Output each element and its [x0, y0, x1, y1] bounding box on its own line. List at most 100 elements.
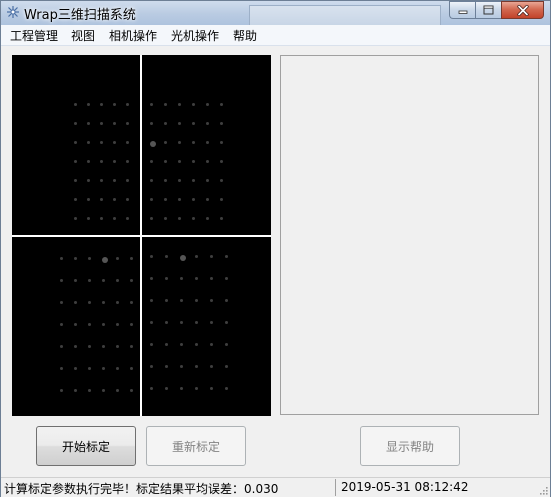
- calibration-dot: [210, 343, 213, 346]
- calibration-dot: [180, 365, 183, 368]
- start-calibration-button[interactable]: 开始标定: [36, 426, 136, 466]
- main-window: Wrap三维扫描系统 工程管理 视图 相机操作 光机操作 帮助 开始标定 重新标…: [0, 0, 551, 497]
- window-title: Wrap三维扫描系统: [24, 8, 136, 23]
- calibration-dot: [220, 141, 223, 144]
- calibration-dot: [102, 345, 105, 348]
- calibration-dot: [74, 389, 77, 392]
- calibration-dot: [165, 277, 168, 280]
- calibration-dot: [100, 217, 103, 220]
- calibration-dot: [87, 217, 90, 220]
- calibration-dot: [164, 179, 167, 182]
- calibration-dot: [60, 257, 63, 260]
- calibration-dot: [206, 217, 209, 220]
- calibration-dot: [88, 279, 91, 282]
- recalibrate-button[interactable]: 重新标定: [146, 426, 246, 466]
- calibration-dot: [192, 141, 195, 144]
- calibration-dot: [210, 365, 213, 368]
- menu-camera-operation[interactable]: 相机操作: [109, 27, 157, 44]
- calibration-dot: [102, 323, 105, 326]
- calibration-dot: [130, 323, 133, 326]
- calibration-dot: [192, 103, 195, 106]
- calibration-dot: [225, 321, 228, 324]
- calibration-dot: [116, 389, 119, 392]
- calibration-dot: [210, 387, 213, 390]
- calibration-dot: [180, 299, 183, 302]
- calibration-dot: [74, 179, 77, 182]
- calibration-dot: [102, 301, 105, 304]
- calibration-dot: [220, 217, 223, 220]
- status-datetime: 2019-05-31 08:12:42: [341, 480, 469, 494]
- calibration-dot: [74, 367, 77, 370]
- calibration-dot: [180, 277, 183, 280]
- camera-quadrant-bottom-right: [142, 237, 270, 416]
- calibration-dot: [165, 321, 168, 324]
- status-bar: 计算标定参数执行完毕！标定结果平均误差：0.030 2019-05-31 08:…: [1, 477, 550, 497]
- calibration-dot: [126, 198, 129, 201]
- calibration-dot: [100, 179, 103, 182]
- calibration-dot: [220, 103, 223, 106]
- calibration-dot: [102, 279, 105, 282]
- calibration-dot: [100, 103, 103, 106]
- calibration-dot: [102, 257, 108, 263]
- calibration-dot: [178, 198, 181, 201]
- calibration-dot: [113, 103, 116, 106]
- calibration-dot: [87, 160, 90, 163]
- calibration-dot: [165, 387, 168, 390]
- calibration-dot: [74, 217, 77, 220]
- calibration-dot: [220, 160, 223, 163]
- display-panel: [280, 55, 539, 415]
- calibration-dot: [74, 301, 77, 304]
- calibration-dot: [126, 122, 129, 125]
- maximize-icon: [483, 5, 494, 15]
- calibration-dot: [150, 365, 153, 368]
- close-button[interactable]: [501, 1, 544, 19]
- calibration-dot: [87, 179, 90, 182]
- calibration-dot: [60, 345, 63, 348]
- calibration-dot: [88, 257, 91, 260]
- menu-view[interactable]: 视图: [71, 27, 95, 44]
- calibration-dot: [150, 141, 156, 147]
- calibration-dot: [206, 122, 209, 125]
- resize-grip-icon[interactable]: [538, 485, 548, 495]
- calibration-dot: [195, 365, 198, 368]
- calibration-dot: [178, 103, 181, 106]
- calibration-dot: [74, 279, 77, 282]
- calibration-dot: [206, 198, 209, 201]
- calibration-dot: [87, 141, 90, 144]
- menu-projector-operation[interactable]: 光机操作: [171, 27, 219, 44]
- calibration-dot: [225, 277, 228, 280]
- title-bar[interactable]: Wrap三维扫描系统: [1, 1, 550, 26]
- calibration-dot: [178, 160, 181, 163]
- menu-help[interactable]: 帮助: [233, 27, 257, 44]
- calibration-dot: [178, 217, 181, 220]
- camera-quadrant-bottom-left: [12, 237, 140, 416]
- minimize-button[interactable]: [449, 1, 475, 19]
- calibration-dot: [150, 217, 153, 220]
- calibration-dot: [165, 343, 168, 346]
- calibration-dot: [102, 367, 105, 370]
- calibration-dot: [206, 160, 209, 163]
- calibration-dot: [180, 387, 183, 390]
- calibration-dot: [150, 198, 153, 201]
- calibration-dot: [88, 389, 91, 392]
- calibration-dot: [210, 321, 213, 324]
- calibration-dot: [87, 103, 90, 106]
- calibration-dot: [195, 343, 198, 346]
- maximize-button[interactable]: [475, 1, 501, 19]
- calibration-dot: [116, 367, 119, 370]
- background-window-edge: [249, 5, 441, 26]
- calibration-dot: [113, 141, 116, 144]
- menu-bar: 工程管理 视图 相机操作 光机操作 帮助: [1, 25, 550, 46]
- status-separator: [335, 479, 336, 496]
- calibration-dot: [165, 299, 168, 302]
- calibration-dot: [150, 277, 153, 280]
- show-help-button[interactable]: 显示帮助: [360, 426, 460, 466]
- menu-project-management[interactable]: 工程管理: [10, 27, 58, 44]
- caption-buttons: [449, 1, 544, 19]
- crosshair-vertical: [140, 55, 142, 416]
- calibration-dot: [74, 160, 77, 163]
- camera-view[interactable]: [12, 55, 271, 416]
- calibration-dot: [126, 179, 129, 182]
- calibration-dot: [102, 389, 105, 392]
- calibration-dot: [113, 198, 116, 201]
